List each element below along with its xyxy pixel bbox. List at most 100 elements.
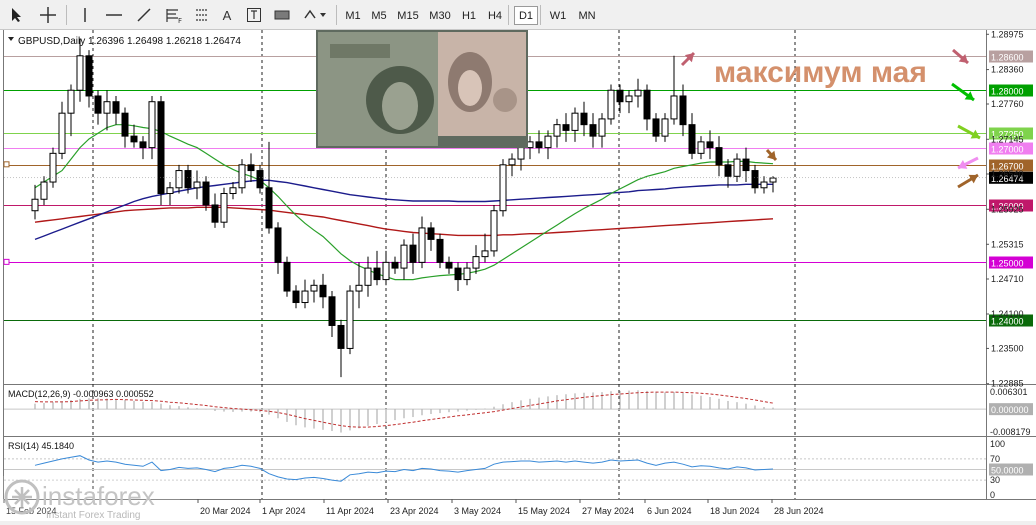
candle-body — [112, 101, 120, 114]
candle-body — [184, 170, 192, 189]
horizontal-line-icon[interactable] — [102, 4, 126, 26]
timeframe-mn[interactable]: MN — [574, 6, 600, 25]
x-axis-label: 18 Jun 2024 — [710, 506, 760, 516]
rectangle-icon[interactable] — [270, 4, 294, 26]
shapes-dropdown-icon[interactable] — [300, 4, 330, 26]
candle-body — [292, 290, 300, 304]
candle-body — [670, 95, 678, 120]
candle-body — [733, 158, 741, 177]
candle-body — [490, 210, 498, 252]
candle-body — [373, 267, 381, 281]
crosshair-icon[interactable] — [36, 4, 60, 26]
level-price-text: 1.27000 — [991, 145, 1024, 155]
candle-body — [643, 89, 651, 120]
macd-current-text: 0.000000 — [991, 405, 1029, 415]
price-tick-label: 1.28975 — [991, 30, 1024, 39]
timeframe-m15[interactable]: M15 — [394, 6, 422, 25]
candle-body — [121, 112, 129, 137]
timeframe-w1[interactable]: W1 — [546, 6, 570, 25]
x-axis-label: 20 Mar 2024 — [200, 506, 251, 516]
candle-body — [445, 261, 453, 269]
candle — [490, 204, 498, 257]
candle-body — [301, 290, 309, 304]
price-tick-label: 1.25315 — [991, 239, 1024, 249]
level-price-text: 1.28000 — [991, 87, 1024, 97]
macd-tick-bottom: -0.008179 — [990, 427, 1031, 437]
trendline-icon[interactable] — [132, 4, 156, 26]
candle-body — [760, 181, 768, 189]
timeframe-m5[interactable]: M5 — [368, 6, 390, 25]
x-axis-label: 3 May 2024 — [454, 506, 501, 516]
candle-body — [157, 101, 165, 195]
candle — [220, 187, 228, 228]
level-marker — [3, 161, 10, 168]
text-icon[interactable]: A — [216, 4, 238, 26]
candle-body — [517, 147, 525, 160]
candle-body — [742, 158, 750, 172]
candle-body — [139, 141, 147, 149]
candle-body — [544, 135, 552, 149]
price-tick-label: 1.28360 — [991, 65, 1024, 75]
candle-body — [85, 55, 93, 97]
x-axis-label: 28 Jun 2024 — [774, 506, 824, 516]
vertical-line-icon[interactable] — [74, 4, 96, 26]
rsi-tick-30: 30 — [990, 475, 1000, 485]
candle-body — [67, 89, 75, 114]
text-label-icon[interactable] — [242, 4, 266, 26]
candle-body — [454, 267, 462, 281]
rsi-tick-100: 100 — [990, 439, 1005, 449]
candle-body — [175, 170, 183, 189]
candle-body — [400, 244, 408, 269]
candle-body — [364, 267, 372, 286]
candle-body — [202, 181, 210, 206]
timeframe-m1[interactable]: M1 — [342, 6, 364, 25]
candle-body — [463, 267, 471, 281]
candle-body — [328, 296, 336, 326]
candle-body — [652, 118, 660, 137]
timeframe-m30[interactable]: M30 — [426, 6, 454, 25]
price-tick-label: 1.27760 — [991, 99, 1024, 109]
candle — [346, 285, 354, 355]
candle-body — [382, 261, 390, 281]
chart-svg[interactable]: 1.286001.280001.272501.270001.267001.260… — [0, 29, 1036, 521]
candle-body — [607, 89, 615, 120]
candle-body — [103, 101, 111, 114]
level-marker — [3, 258, 10, 265]
candle-body — [220, 193, 228, 223]
dollar-serial-band — [330, 44, 390, 58]
timeframe-h1[interactable]: H1 — [458, 6, 480, 25]
price-tick-label: 1.23500 — [991, 343, 1024, 353]
timeframe-d1[interactable]: D1 — [514, 6, 538, 25]
fibonacci-icon[interactable]: F — [160, 4, 184, 26]
candle — [157, 95, 165, 205]
candle-body — [598, 118, 606, 137]
candle-body — [688, 124, 696, 154]
macd-tick-top: 0.006301 — [990, 387, 1028, 397]
candle-body — [256, 170, 264, 189]
macd-label: MACD(12,26,9) -0.000963 0.000552 — [8, 389, 154, 399]
price-tick-label: 1.24100 — [991, 309, 1024, 319]
x-axis-label: 6 Jun 2024 — [647, 506, 692, 516]
candle-body — [634, 89, 642, 97]
candle-body — [571, 112, 579, 131]
channels-icon[interactable] — [190, 4, 214, 26]
candle-body — [166, 187, 174, 195]
candle-body — [508, 158, 516, 166]
candle-body — [580, 112, 588, 126]
x-axis-label: 27 May 2024 — [582, 506, 634, 516]
pound-emblem — [493, 88, 517, 112]
x-axis-label: 23 Apr 2024 — [390, 506, 439, 516]
level-price-text: 1.25000 — [991, 259, 1024, 269]
timeframe-h4[interactable]: H4 — [484, 6, 506, 25]
candle-body — [193, 181, 201, 189]
rsi-tick-70: 70 — [990, 454, 1000, 464]
candle-body — [283, 261, 291, 292]
chart-area[interactable]: 1.28600 1.28000 1.27250 1.27000 1.26700 1.260… — [0, 29, 1036, 521]
x-axis-label: 15 May 2024 — [518, 506, 570, 516]
fibonacci-label: F — [177, 17, 182, 25]
candle-body — [418, 227, 426, 263]
candle-body — [769, 177, 777, 183]
cursor-icon[interactable] — [6, 4, 28, 26]
candle-body — [31, 198, 39, 212]
rsi-current-text: 50.0000 — [991, 466, 1024, 476]
